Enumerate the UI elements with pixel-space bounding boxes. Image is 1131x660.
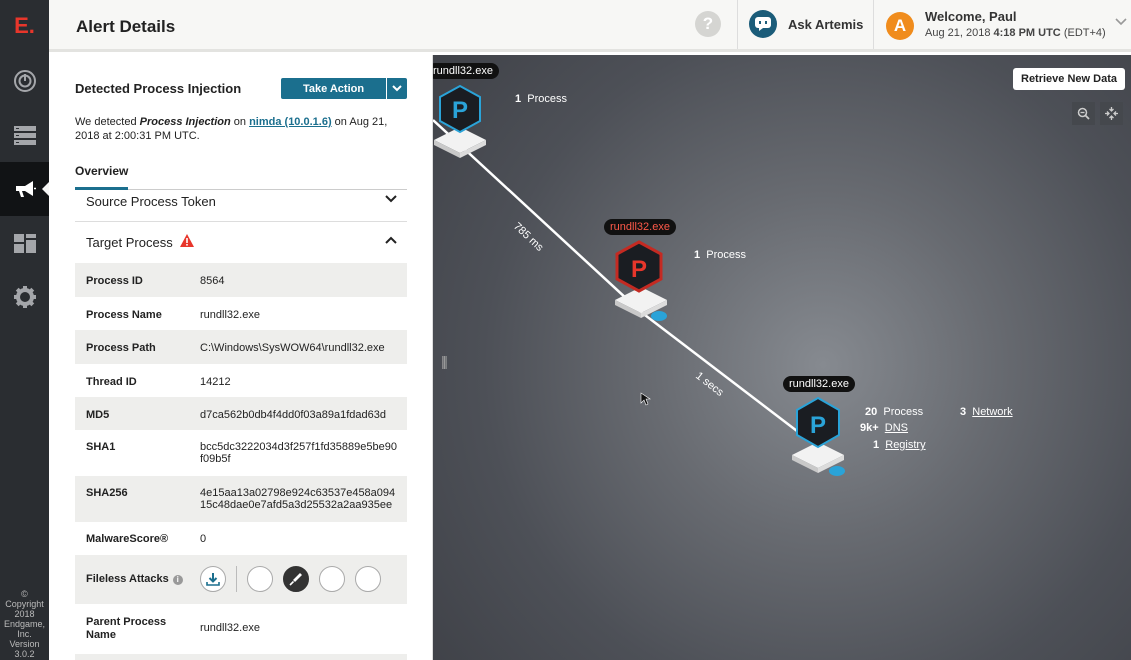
host-link[interactable]: nimda (10.0.1.6) bbox=[249, 116, 332, 128]
detail-row: Process ID 8564 bbox=[75, 263, 407, 297]
endgame-logo[interactable]: E. bbox=[0, 0, 49, 52]
node-stat-dns[interactable]: 9k+ DNS bbox=[860, 422, 908, 434]
source-process-token-accordion[interactable]: Source Process Token bbox=[75, 182, 407, 222]
detail-row: Thread ID 14212 bbox=[86, 376, 231, 388]
take-action-label[interactable]: Take Action bbox=[281, 78, 386, 99]
download-icon[interactable] bbox=[200, 566, 226, 592]
fit-to-screen-icon[interactable] bbox=[1100, 102, 1123, 125]
avatar: A bbox=[886, 12, 914, 40]
node-letter: P bbox=[452, 97, 468, 124]
alert-description: We detected Process Injection on nimda (… bbox=[75, 116, 388, 142]
edge-duration-label: 785 ms bbox=[511, 220, 546, 254]
fileless-attack-icons bbox=[200, 566, 391, 592]
detail-row: Process Name rundll32.exe bbox=[86, 309, 260, 321]
chevron-up-icon[interactable] bbox=[385, 236, 397, 244]
node-letter: P bbox=[631, 256, 647, 283]
process-node[interactable]: P bbox=[792, 396, 845, 476]
chevron-down-icon[interactable] bbox=[385, 195, 397, 203]
detail-row: Process Path C:\Windows\SysWOW64\rundll32… bbox=[75, 330, 407, 364]
link-icon[interactable] bbox=[651, 311, 667, 321]
top-header: Alert Details ? Ask Artemis A Welcome, P… bbox=[49, 0, 1131, 52]
take-action-button[interactable]: Take Action bbox=[281, 78, 407, 99]
tab-overview[interactable]: Overview bbox=[75, 164, 128, 178]
warning-icon bbox=[180, 234, 194, 247]
retrieve-new-data-button[interactable]: Retrieve New Data bbox=[1013, 68, 1125, 90]
detail-row: MalwareScore® 0 bbox=[86, 533, 207, 545]
node-tag[interactable]: rundll32.exe bbox=[783, 376, 855, 392]
node-stat-registry[interactable]: 1 Registry bbox=[873, 439, 926, 451]
help-icon[interactable]: ? bbox=[695, 11, 721, 37]
ask-artemis-label: Ask Artemis bbox=[788, 16, 864, 32]
node-tag-alert[interactable]: rundll32.exe bbox=[604, 219, 676, 235]
attack-type-icon[interactable] bbox=[319, 566, 345, 592]
node-stat-network[interactable]: 3 Network bbox=[960, 406, 1013, 418]
info-icon[interactable]: i bbox=[172, 575, 183, 585]
chevron-down-icon[interactable] bbox=[386, 78, 407, 99]
chevron-down-icon[interactable] bbox=[1115, 18, 1127, 26]
process-graph[interactable]: P P P 785 ms 1 secs ||| Retrieve New Dat… bbox=[433, 55, 1131, 660]
welcome-text: Welcome, Paul bbox=[925, 9, 1017, 24]
dashboard-icon[interactable] bbox=[0, 54, 49, 108]
attack-type-icon[interactable] bbox=[355, 566, 381, 592]
target-process-details: Process ID 8564 Process Name rundll32.exe … bbox=[75, 263, 407, 660]
resize-handle[interactable]: ||| bbox=[441, 353, 448, 369]
node-stat[interactable]: 1 Process bbox=[694, 249, 746, 261]
zoom-out-icon[interactable] bbox=[1072, 102, 1095, 125]
left-nav: E. © Copyright 2018 Endgame, Inc. Versio… bbox=[0, 0, 49, 660]
node-letter: P bbox=[810, 412, 826, 439]
header-divider bbox=[873, 0, 874, 49]
alert-details-panel: Detected Process Injection Take Action W… bbox=[49, 55, 433, 660]
divider bbox=[236, 566, 237, 592]
target-process-accordion[interactable]: Target Process bbox=[75, 223, 407, 263]
user-menu[interactable]: A Welcome, Paul Aug 21, 2018 4:18 PM UTC… bbox=[886, 9, 1106, 40]
process-node[interactable]: P bbox=[434, 84, 486, 158]
detail-row: SHA256 4e15aa13a02798e924c63537e458a09415… bbox=[75, 476, 407, 522]
detail-row: SHA1 bcc5dc3222034d3f257f1fd35889e5be90f0… bbox=[86, 441, 397, 465]
copyright-text: © Copyright 2018 Endgame, Inc. Version 3… bbox=[3, 589, 46, 659]
accordion-label: Source Process Token bbox=[86, 194, 216, 209]
detail-row bbox=[75, 654, 407, 660]
process-node-alert[interactable]: P bbox=[615, 240, 667, 321]
current-datetime: Aug 21, 2018 4:18 PM UTC (EDT+4) bbox=[925, 27, 1106, 39]
blocks-icon[interactable] bbox=[0, 216, 49, 270]
attack-type-icon[interactable] bbox=[247, 566, 273, 592]
detail-row: Parent Process Name rundll32.exe bbox=[86, 616, 260, 641]
mouse-cursor-icon bbox=[640, 392, 651, 406]
megaphone-icon[interactable] bbox=[0, 162, 49, 216]
gear-icon[interactable] bbox=[0, 270, 49, 324]
node-stat[interactable]: 20 Process bbox=[865, 406, 923, 418]
chat-bot-icon bbox=[749, 10, 777, 38]
node-tag[interactable]: rundll32.exe bbox=[433, 63, 499, 79]
section-title: Detected Process Injection bbox=[75, 81, 242, 96]
syringe-icon[interactable] bbox=[283, 566, 309, 592]
graph-canvas: P P P 785 ms 1 secs bbox=[433, 84, 845, 476]
ask-artemis-button[interactable]: Ask Artemis bbox=[749, 10, 863, 38]
link-icon[interactable] bbox=[829, 466, 845, 476]
page-title: Alert Details bbox=[76, 17, 176, 36]
node-stat[interactable]: 1 Process bbox=[515, 93, 567, 105]
header-divider bbox=[737, 0, 738, 49]
fileless-attacks-row: Fileless Attacks i bbox=[75, 555, 407, 604]
accordion-label: Target Process bbox=[86, 235, 173, 250]
detail-row: MD5 d7ca562b0db4f4dd0f03a89a1fdad63d bbox=[75, 397, 407, 430]
database-icon[interactable] bbox=[0, 108, 49, 162]
